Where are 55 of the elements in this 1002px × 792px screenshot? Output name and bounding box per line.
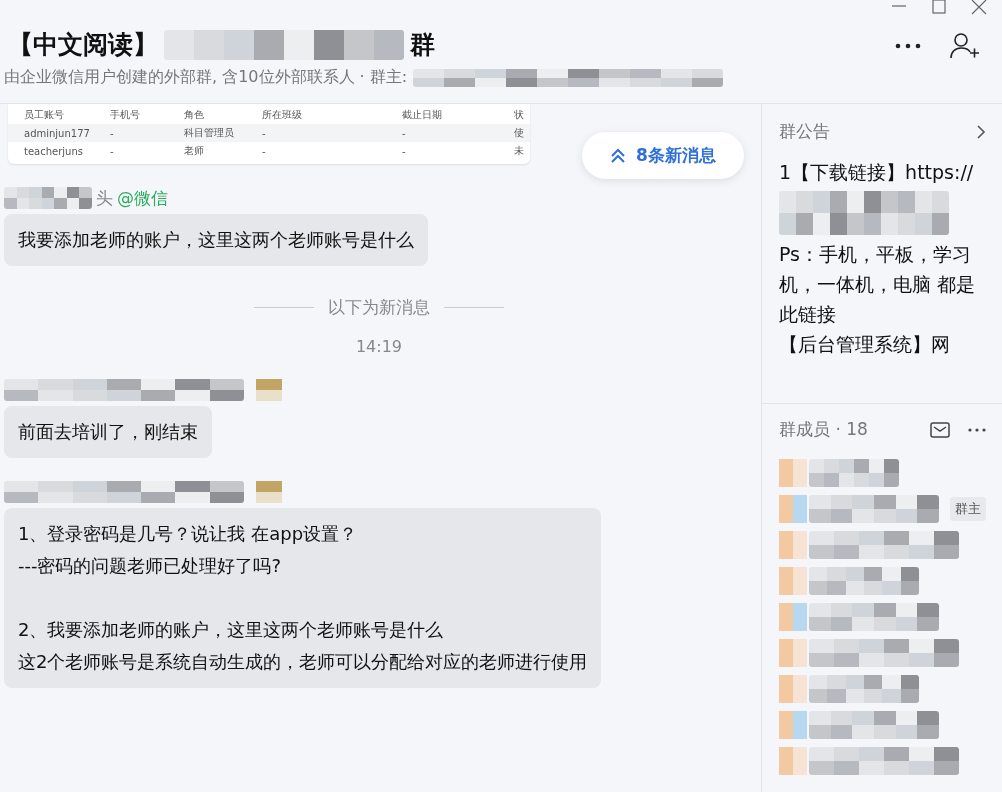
table-cell-text: -	[262, 145, 267, 157]
members-title: 群成员 · 18	[779, 418, 868, 441]
member-avatar-mosaic[interactable]	[779, 747, 807, 775]
double-up-chevron-icon	[610, 147, 626, 164]
chevron-right-icon[interactable]	[976, 123, 986, 140]
group-subtitle: 由企业微信用户创建的外部群, 含10位外部联系人 · 群主:	[4, 67, 408, 88]
message-line: 1、登录密码是几号？说让我 在app设置？	[18, 522, 359, 546]
member-avatar-mosaic[interactable]	[779, 639, 807, 667]
add-member-icon[interactable]	[950, 32, 980, 60]
message-bubble: 我要添加老师的账户，这里这两个老师账号是什么	[4, 214, 428, 266]
owner-badge: 群主	[950, 497, 986, 521]
table-cell-text: adminjun177	[24, 127, 91, 139]
group-title: 【中文阅读】	[8, 29, 158, 61]
column-header: 员工账号	[24, 108, 65, 122]
table-cell-text: -	[110, 127, 115, 139]
announcement-text: Ps：手机，平板，学习机，一体机，电脑 都是此链接	[779, 242, 977, 327]
table-cell-text: -	[402, 127, 407, 139]
message-bubble: 前面去培训了，刚结束	[4, 406, 212, 458]
message-line: ---密码的问题老师已处理好了吗?	[18, 554, 283, 578]
more-icon[interactable]	[894, 42, 922, 50]
column-header: 角色	[184, 108, 205, 122]
column-header: 状	[514, 108, 525, 122]
member-avatar-mosaic[interactable]	[779, 495, 807, 523]
new-messages-button[interactable]: 8条新消息	[582, 132, 744, 179]
table-cell-text: teacherjuns	[24, 145, 84, 157]
member-avatar-mosaic[interactable]	[779, 567, 807, 595]
timestamp: 14:19	[354, 337, 404, 356]
announcement-text: 1【下载链接】https://	[779, 160, 975, 185]
member-avatar-mosaic[interactable]	[779, 603, 807, 631]
column-header: 手机号	[110, 108, 141, 122]
table-cell-text: -	[110, 145, 115, 157]
member-avatar-mosaic[interactable]	[779, 531, 807, 559]
table-cell-text: 老师	[184, 144, 205, 158]
member-avatar-mosaic[interactable]	[779, 711, 807, 739]
sender-tag: @微信	[117, 186, 168, 210]
member-avatar-mosaic[interactable]	[779, 459, 807, 487]
message-line: 这2个老师账号是系统自动生成的，老师可以分配给对应的老师进行使用	[18, 650, 588, 674]
column-header: 截止日期	[402, 108, 443, 122]
table-cell-text: -	[402, 145, 407, 157]
member-avatar-mosaic[interactable]	[779, 675, 807, 703]
sender-name: 头	[96, 186, 113, 210]
new-messages-divider: 以下为新消息	[328, 296, 430, 319]
announcement-text: 【后台管理系统】网	[779, 332, 951, 357]
avatar-mosaic	[256, 481, 282, 503]
more-icon[interactable]	[968, 427, 986, 432]
mail-icon[interactable]	[930, 421, 950, 438]
message-line: 2、我要添加老师的账户，这里这两个老师账号是什么	[18, 618, 445, 642]
table-cell-text: -	[262, 127, 267, 139]
table-cell-text: 未	[514, 144, 525, 158]
table-cell-text: 使	[514, 126, 525, 140]
group-title-end: 群	[410, 29, 435, 61]
column-header: 所在班级	[262, 108, 303, 122]
table-cell-text: 科目管理员	[184, 126, 235, 140]
avatar-mosaic	[256, 379, 282, 401]
announcement-title: 群公告	[779, 120, 830, 143]
